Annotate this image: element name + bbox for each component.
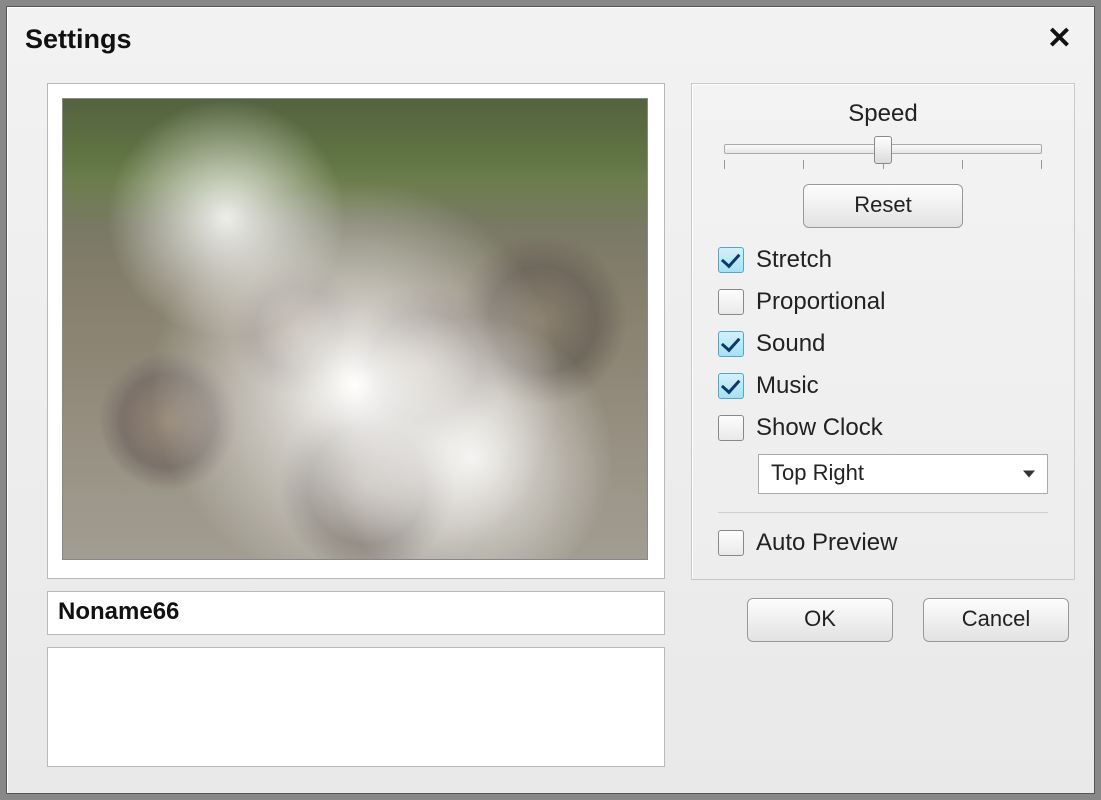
checkbox-label: Stretch xyxy=(756,246,832,274)
preview-frame xyxy=(47,83,665,579)
music-checkbox[interactable]: Music xyxy=(718,372,1048,400)
checkbox-label: Music xyxy=(756,372,819,400)
chevron-down-icon xyxy=(1023,471,1035,478)
clock-position-select[interactable]: Top Right xyxy=(758,454,1048,494)
close-icon[interactable]: ✕ xyxy=(1043,24,1076,54)
preview-name-field[interactable]: Noname66 xyxy=(47,591,665,635)
controls-panel: Speed Reset Stretch xyxy=(691,83,1075,580)
dialog-footer: OK Cancel xyxy=(691,598,1075,644)
select-value: Top Right xyxy=(771,460,864,485)
checkbox-icon xyxy=(718,247,744,273)
checkbox-icon xyxy=(718,415,744,441)
checkbox-label: Sound xyxy=(756,330,825,358)
reset-button[interactable]: Reset xyxy=(803,184,963,228)
cancel-button[interactable]: Cancel xyxy=(923,598,1069,642)
settings-dialog: Settings ✕ Noname66 Speed xyxy=(6,6,1095,794)
checkbox-icon xyxy=(718,530,744,556)
show-clock-checkbox[interactable]: Show Clock xyxy=(718,414,1048,442)
auto-preview-checkbox[interactable]: Auto Preview xyxy=(718,529,1048,557)
checkbox-label: Proportional xyxy=(756,288,885,316)
separator xyxy=(718,512,1048,513)
preview-image xyxy=(62,98,648,560)
slider-thumb[interactable] xyxy=(874,136,892,164)
proportional-checkbox[interactable]: Proportional xyxy=(718,288,1048,316)
speed-slider[interactable] xyxy=(724,134,1042,174)
ok-button[interactable]: OK xyxy=(747,598,893,642)
checkbox-group: Stretch Proportional Sound Music xyxy=(718,246,1048,442)
preview-description-field[interactable] xyxy=(47,647,665,767)
titlebar: Settings ✕ xyxy=(7,7,1094,65)
sound-checkbox[interactable]: Sound xyxy=(718,330,1048,358)
preview-column: Noname66 xyxy=(47,83,665,767)
speed-label: Speed xyxy=(718,100,1048,128)
dialog-title: Settings xyxy=(25,24,1043,55)
checkbox-icon xyxy=(718,289,744,315)
controls-column: Speed Reset Stretch xyxy=(691,83,1075,767)
dialog-body: Noname66 Speed Reset xyxy=(7,65,1094,793)
checkbox-label: Auto Preview xyxy=(756,529,897,557)
stretch-checkbox[interactable]: Stretch xyxy=(718,246,1048,274)
checkbox-label: Show Clock xyxy=(756,414,883,442)
checkbox-icon xyxy=(718,331,744,357)
checkbox-icon xyxy=(718,373,744,399)
